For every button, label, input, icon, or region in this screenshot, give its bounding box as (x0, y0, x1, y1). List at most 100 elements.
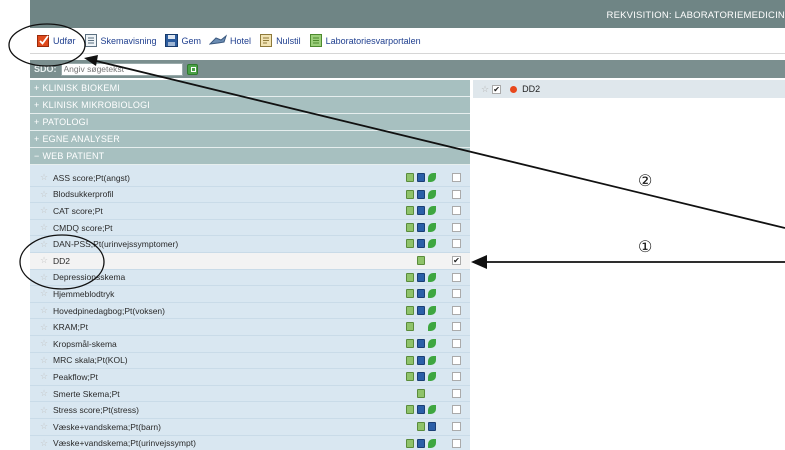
list-item[interactable]: ☆ Væske+vandskema;Pt(barn) (30, 419, 470, 436)
category-web-patient[interactable]: − WEB PATIENT (30, 148, 470, 165)
favorite-star-icon[interactable]: ☆ (40, 206, 50, 215)
favorite-star-icon[interactable]: ☆ (40, 272, 50, 282)
list-item[interactable]: ☆ Smerte Skema;Pt (30, 386, 470, 403)
list-item-checkbox[interactable] (452, 322, 461, 332)
save-button[interactable]: Gem (165, 34, 201, 48)
list-item-checkbox[interactable] (452, 289, 461, 299)
document-icon[interactable] (406, 222, 414, 232)
leaf-icon[interactable] (428, 206, 436, 216)
list-item-checkbox[interactable] (452, 305, 461, 315)
leaf-icon[interactable] (428, 289, 436, 299)
hotel-button[interactable]: Hotel (209, 34, 251, 48)
list-item[interactable]: ☆ Peakflow;Pt (30, 369, 470, 386)
list-item-checkbox[interactable]: ✔ (452, 255, 461, 265)
list-item[interactable]: ☆ Hjemmeblodtryk (30, 286, 470, 303)
favorite-star-icon[interactable]: ☆ (40, 389, 50, 398)
leaf-icon[interactable] (428, 305, 436, 315)
book-icon[interactable] (417, 355, 425, 365)
leaf-icon[interactable] (428, 438, 436, 448)
list-item[interactable]: ☆ Blodsukkerprofil (30, 187, 470, 204)
leaf-icon[interactable] (428, 222, 436, 232)
book-icon[interactable] (417, 206, 425, 216)
list-item-checkbox[interactable] (452, 388, 461, 398)
list-item-checkbox[interactable] (452, 438, 461, 448)
leaf-icon[interactable] (428, 272, 436, 282)
leaf-icon[interactable] (428, 405, 436, 415)
list-item-checkbox[interactable] (452, 421, 461, 431)
list-item-checkbox[interactable] (452, 372, 461, 382)
book-icon[interactable] (417, 173, 425, 182)
favorite-star-icon[interactable]: ☆ (40, 289, 50, 298)
list-item[interactable]: ☆ CAT score;Pt (30, 203, 470, 220)
favorite-star-icon[interactable]: ☆ (40, 239, 50, 249)
book-icon[interactable] (417, 338, 425, 348)
document-icon[interactable] (406, 305, 414, 315)
document-icon[interactable] (406, 405, 414, 415)
book-icon[interactable] (417, 189, 425, 199)
list-item[interactable]: ☆ Væske+vandskema;Pt(urinvejssympt) (30, 436, 470, 450)
execute-button[interactable]: Udfør (36, 34, 76, 48)
list-item-checkbox[interactable] (452, 206, 461, 216)
list-item-checkbox[interactable] (452, 222, 461, 232)
favorite-star-icon[interactable]: ☆ (40, 256, 50, 265)
list-item-checkbox[interactable] (452, 239, 461, 249)
favorite-star-icon[interactable]: ☆ (40, 339, 50, 348)
favorite-star-icon[interactable]: ☆ (40, 422, 50, 431)
favorite-star-icon[interactable]: ☆ (40, 306, 50, 315)
document-icon[interactable] (406, 289, 414, 299)
list-item[interactable]: ☆ Hovedpinedagbog;Pt(voksen) (30, 303, 470, 320)
book-icon[interactable] (417, 289, 425, 299)
favorite-star-icon[interactable]: ☆ (40, 355, 50, 365)
document-icon[interactable] (417, 421, 425, 431)
document-icon[interactable] (406, 322, 414, 332)
book-icon[interactable] (428, 421, 436, 431)
list-item[interactable]: ☆ MRC skala;Pt(KOL) (30, 353, 470, 370)
favorite-star-icon[interactable]: ☆ (40, 438, 50, 448)
document-icon[interactable] (406, 239, 414, 249)
book-icon[interactable] (417, 305, 425, 315)
category-klinisk-mikrobiologi[interactable]: + KLINISK MIKROBIOLOGI (30, 97, 470, 114)
document-icon[interactable] (406, 355, 414, 365)
reset-button[interactable]: Nulstil (259, 34, 301, 48)
list-item[interactable]: ☆ DD2 ✔ (30, 252, 470, 270)
document-icon[interactable] (406, 189, 414, 199)
book-icon[interactable] (417, 222, 425, 232)
list-item-checkbox[interactable] (452, 405, 461, 415)
favorite-star-icon[interactable]: ☆ (40, 405, 50, 415)
list-item[interactable]: ☆ CMDQ score;Pt (30, 220, 470, 237)
leaf-icon[interactable] (428, 189, 436, 199)
leaf-icon[interactable] (428, 338, 436, 348)
schema-view-button[interactable]: Skemavisning (84, 34, 157, 48)
selected-checkbox[interactable]: ✔ (492, 84, 502, 94)
search-input[interactable] (60, 62, 183, 76)
category-klinisk-biokemi[interactable]: + KLINISK BIOKEMI (30, 80, 470, 97)
list-item[interactable]: ☆ Stress score;Pt(stress) (30, 402, 470, 419)
document-icon[interactable] (417, 388, 425, 398)
category-patologi[interactable]: + PATOLOGI (30, 114, 470, 131)
favorite-star-icon[interactable]: ☆ (40, 223, 50, 232)
document-icon[interactable] (406, 173, 414, 182)
lab-portal-link[interactable]: Laboratoriesvarportalen (309, 34, 421, 48)
leaf-icon[interactable] (428, 322, 436, 332)
document-icon[interactable] (406, 338, 414, 348)
category-egne-analyser[interactable]: + EGNE ANALYSER (30, 131, 470, 148)
list-item[interactable]: ☆ KRAM;Pt (30, 319, 470, 336)
document-icon[interactable] (406, 206, 414, 216)
list-item[interactable]: ☆ ASS score;Pt(angst) (30, 170, 470, 187)
book-icon[interactable] (417, 372, 425, 382)
book-icon[interactable] (417, 438, 425, 448)
list-item[interactable]: ☆ Kropsmål-skema (30, 336, 470, 353)
document-icon[interactable] (406, 372, 414, 382)
list-item[interactable]: ☆ DAN-PSS;Pt(urinvejssymptomer) (30, 236, 470, 253)
favorite-star-icon[interactable]: ☆ (40, 173, 50, 182)
search-go-icon[interactable] (186, 63, 198, 75)
list-item-checkbox[interactable] (452, 338, 461, 348)
book-icon[interactable] (417, 405, 425, 415)
list-item-checkbox[interactable] (452, 189, 461, 199)
leaf-icon[interactable] (428, 239, 436, 249)
document-icon[interactable] (406, 438, 414, 448)
list-item-checkbox[interactable] (452, 173, 461, 182)
list-item-checkbox[interactable] (452, 355, 461, 365)
document-icon[interactable] (417, 255, 425, 265)
document-icon[interactable] (406, 272, 414, 282)
